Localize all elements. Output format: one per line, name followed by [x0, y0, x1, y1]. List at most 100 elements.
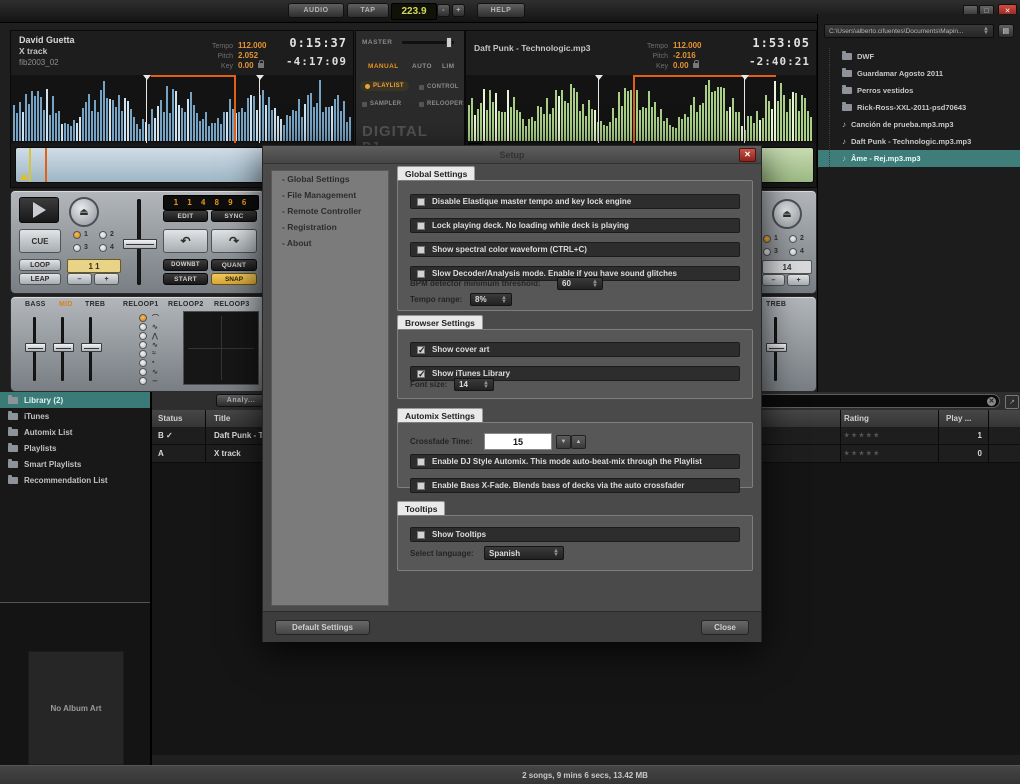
checkbox-row[interactable]: Enable Bass X-Fade. Blends bass of decks…	[410, 478, 740, 493]
settings-nav-global-settings[interactable]: Global Settings	[272, 171, 388, 187]
path-select[interactable]: C:\Users\alberto.cifuentes\Documents\Map…	[824, 24, 994, 38]
eq-treb-handle[interactable]	[766, 343, 787, 352]
checkbox[interactable]	[417, 458, 425, 466]
hotcue-3-radio[interactable]	[763, 248, 771, 256]
mode-lim-button[interactable]: LIM	[442, 63, 454, 70]
column-separator[interactable]	[938, 410, 939, 427]
clear-search-icon[interactable]: ✕	[987, 397, 996, 406]
start-button[interactable]: START	[163, 273, 208, 285]
eq-treb-handle[interactable]	[81, 343, 102, 352]
tap-button[interactable]: TAP	[347, 3, 389, 18]
deck-a-waveform[interactable]	[11, 75, 353, 143]
help-button[interactable]: HELP	[477, 3, 525, 18]
column-separator[interactable]	[205, 410, 206, 427]
dialog-close-icon[interactable]: ✕	[739, 148, 756, 162]
tempo-range-select[interactable]: 8%▲▼	[470, 293, 512, 306]
pitch-fader-handle[interactable]	[123, 239, 157, 249]
master-volume-handle[interactable]	[446, 37, 452, 48]
playlist-view-button[interactable]: PLAYLIST	[360, 81, 409, 91]
checkbox[interactable]	[417, 198, 425, 206]
sidebar-item-itunes[interactable]: iTunes	[0, 408, 150, 424]
audio-button[interactable]: AUDIO	[288, 3, 344, 18]
default-settings-button[interactable]: Default Settings	[275, 620, 370, 635]
snap-button[interactable]: SNAP	[211, 273, 257, 285]
reloop3-button[interactable]: RELOOP3	[214, 301, 250, 308]
loop-plus-button[interactable]: +	[94, 273, 119, 285]
bpm-minus-button[interactable]: -	[437, 4, 450, 17]
tree-item[interactable]: Guardamar Agosto 2011	[818, 65, 1020, 82]
sidebar-item-smart-playlists[interactable]: Smart Playlists	[0, 456, 150, 472]
hotcue-2-radio[interactable]	[99, 231, 107, 239]
checkbox[interactable]	[417, 270, 425, 278]
pitch-bend-down-button[interactable]: ↶	[163, 229, 208, 253]
loop-button[interactable]: LOOP	[19, 259, 61, 271]
sidebar-item-automix-list[interactable]: Automix List	[0, 424, 150, 440]
settings-nav-file-management[interactable]: File Management	[272, 187, 388, 203]
loop-minus-button[interactable]: –	[67, 273, 92, 285]
checkbox[interactable]	[417, 346, 425, 354]
play-button[interactable]	[19, 197, 59, 223]
column-title[interactable]: Title	[214, 414, 230, 423]
open-external-icon[interactable]: ↗	[1005, 395, 1019, 409]
tab-automix-settings[interactable]: Automix Settings	[397, 408, 483, 423]
shape-radio[interactable]	[139, 368, 147, 376]
key-lock-icon[interactable]	[258, 63, 264, 68]
tree-item[interactable]: ♪Canción de prueba.mp3.mp3	[818, 116, 1020, 133]
mode-manual-button[interactable]: MANUAL	[368, 63, 399, 70]
tab-global-settings[interactable]: Global Settings	[397, 166, 475, 181]
bpm-threshold-spinner[interactable]: 60▲▼	[557, 277, 603, 290]
checkbox-row[interactable]: Show cover art	[410, 342, 740, 357]
eq-treb-button[interactable]: TREB	[85, 301, 105, 308]
checkbox[interactable]	[417, 246, 425, 254]
shape-radio[interactable]	[139, 359, 147, 367]
reloop-shape-option[interactable]: ∿	[139, 367, 159, 376]
reloop-shape-option[interactable]: ≈	[139, 349, 159, 358]
language-select[interactable]: Spanish▲▼	[484, 546, 564, 560]
eq-mid-handle[interactable]	[53, 343, 74, 352]
shape-radio[interactable]	[139, 332, 147, 340]
quant-button[interactable]: QUANT	[211, 259, 257, 271]
checkbox-row[interactable]: Disable Elastique master tempo and key l…	[410, 194, 740, 209]
shape-radio[interactable]	[139, 314, 147, 322]
tree-item[interactable]: Perros vestidos	[818, 82, 1020, 99]
tree-item[interactable]: DWF	[818, 48, 1020, 65]
hotcue-1-radio[interactable]	[763, 235, 771, 243]
sampler-view-button[interactable]: SAMPLER	[362, 101, 401, 107]
reloop-shape-option[interactable]: ∿	[139, 340, 159, 349]
crossfade-time-input[interactable]: 15	[484, 433, 552, 450]
hotcue-4-radio[interactable]	[789, 248, 797, 256]
mode-auto-button[interactable]: AUTO	[412, 63, 432, 70]
shape-radio[interactable]	[139, 350, 147, 358]
hotcue-4-radio[interactable]	[99, 244, 107, 252]
sidebar-item-library-2-[interactable]: Library (2)	[0, 392, 150, 408]
deck-b-waveform[interactable]	[466, 75, 816, 143]
reloop2-button[interactable]: RELOOP2	[168, 301, 204, 308]
settings-nav-registration[interactable]: Registration	[272, 219, 388, 235]
sidebar-item-recommendation-list[interactable]: Recommendation List	[0, 472, 150, 488]
font-size-spinner[interactable]: 14▲▼	[454, 378, 494, 391]
reloop-shape-option[interactable]: ⌒	[139, 313, 159, 322]
eq-bass-handle[interactable]	[25, 343, 46, 352]
eq-treb-button[interactable]: TREB	[766, 301, 786, 308]
hotcue-2-radio[interactable]	[789, 235, 797, 243]
hotcue-3-radio[interactable]	[73, 244, 81, 252]
tree-item[interactable]: ♪Daft Punk - Technologic.mp3.mp3	[818, 133, 1020, 150]
cue-button[interactable]: CUE	[19, 229, 61, 253]
eq-bass-button[interactable]: BASS	[25, 301, 46, 308]
checkbox[interactable]	[417, 482, 425, 490]
checkbox-row[interactable]: Show Tooltips	[410, 527, 740, 542]
shape-radio[interactable]	[139, 341, 147, 349]
sidebar-item-playlists[interactable]: Playlists	[0, 440, 150, 456]
eject-button[interactable]: ⏏	[772, 199, 802, 229]
settings-nav-about[interactable]: About	[272, 235, 388, 251]
xy-pad[interactable]	[183, 311, 259, 385]
column-status[interactable]: Status	[158, 414, 182, 423]
loop-plus-button[interactable]: +	[787, 274, 810, 286]
reloop-shape-option[interactable]: ∼	[139, 376, 159, 385]
pitch-bend-up-button[interactable]: ↷	[211, 229, 257, 253]
tab-browser-settings[interactable]: Browser Settings	[397, 315, 483, 330]
tab-tooltips[interactable]: Tooltips	[397, 501, 445, 516]
analyze-button[interactable]: Analy...	[216, 394, 266, 407]
dialog-close-button[interactable]: Close	[701, 620, 749, 635]
crossfade-up-button[interactable]: ▲	[571, 435, 586, 449]
